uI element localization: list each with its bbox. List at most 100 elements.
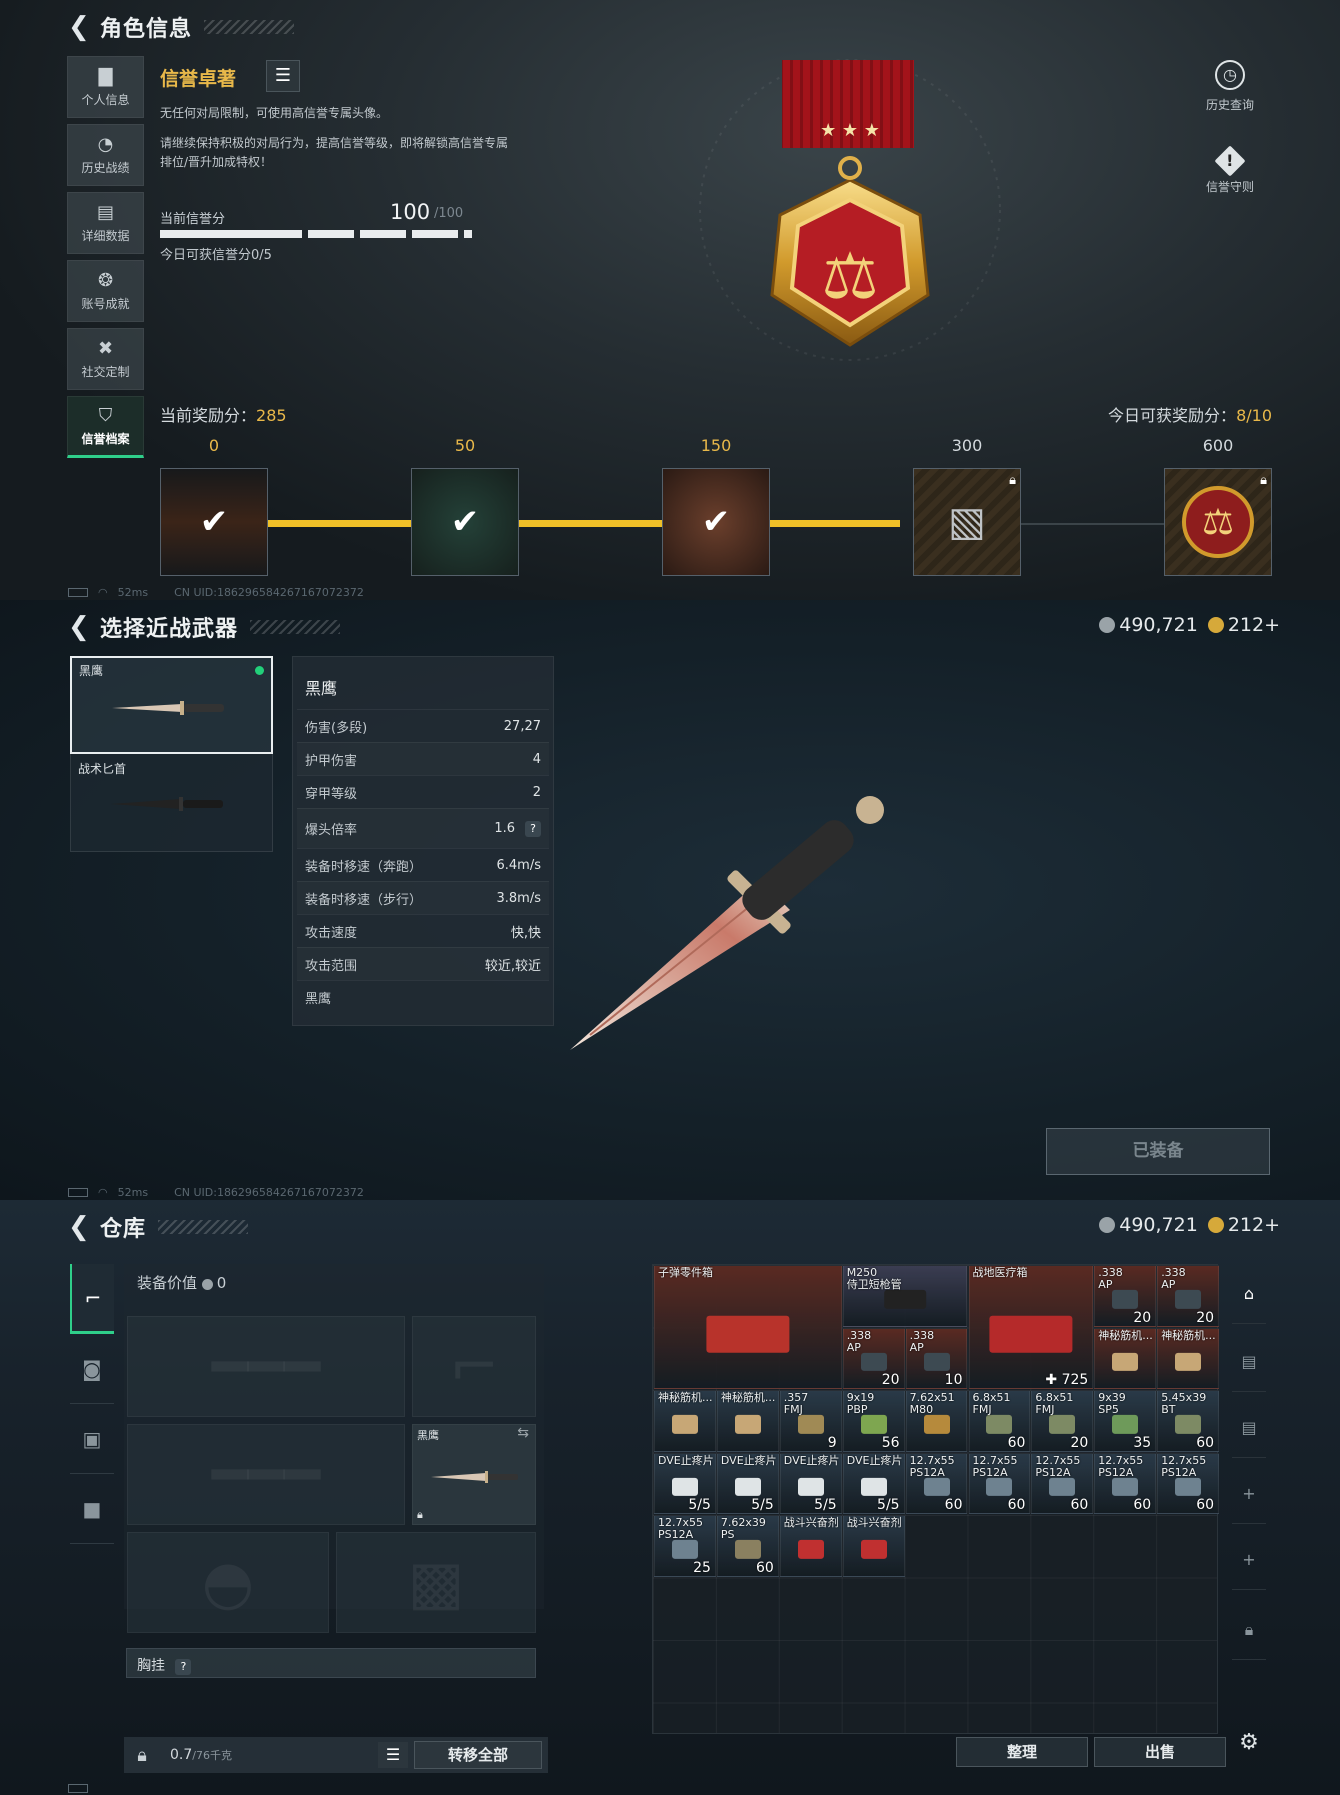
back-arrow-icon[interactable]: ❮ (68, 1214, 94, 1240)
transfer-all-button[interactable]: 转移全部 (414, 1741, 542, 1769)
inventory-item[interactable]: 6.8x51 FMJ 60 (968, 1390, 1031, 1452)
inventory-item[interactable]: 5.45x39 BT 60 (1157, 1390, 1220, 1452)
nav-personal-info[interactable]: ▇ 个人信息 (67, 56, 144, 118)
back-arrow-icon[interactable]: ❮ (68, 614, 94, 640)
lock-icon[interactable]: 🔒︎ (124, 1745, 160, 1766)
reward-box-50[interactable]: ✔ (411, 468, 519, 576)
inventory-item[interactable]: 12.7x55 PS12A 60 (1094, 1452, 1157, 1514)
inventory-item[interactable]: 12.7x55 PS12A 25 (654, 1515, 716, 1577)
inventory-item[interactable]: .338 AP 10 (905, 1327, 968, 1389)
inventory-item[interactable]: DVE止疼片 5/5 (842, 1452, 905, 1514)
nav-social[interactable]: ✖ 社交定制 (67, 328, 144, 390)
inventory-item[interactable]: 6.8x51 FMJ 20 (1031, 1390, 1094, 1452)
reputation-rules-button[interactable]: ! 信誉守则 (1190, 145, 1270, 195)
secondary-weapon-slot[interactable]: ━━━ (127, 1424, 405, 1525)
inventory-item[interactable]: 12.7x55 PS12A 60 (1157, 1452, 1220, 1514)
storage-icon[interactable]: ▤ (1232, 1332, 1266, 1392)
knife-icon (112, 701, 224, 715)
nav-reputation[interactable]: ⛉ 信誉档案 (67, 396, 144, 458)
help-icon[interactable]: ? (525, 820, 541, 837)
stat-row: 穿甲等级 2 (297, 775, 549, 808)
inventory-item[interactable]: DVE止疼片 5/5 (654, 1452, 716, 1514)
inventory-item[interactable]: 子弹零件箱 (654, 1265, 842, 1389)
inventory-item[interactable]: 神秘筋机... (654, 1390, 716, 1452)
swap-icon[interactable]: ⇆ (517, 1425, 529, 1441)
inventory-item[interactable]: 神秘筋机... (1094, 1327, 1157, 1389)
inventory-item[interactable]: M250 侍卫短枪管 (842, 1265, 968, 1327)
add-icon[interactable]: + (1232, 1464, 1266, 1524)
melee-slot[interactable]: 黑鹰 ⇆ 🔒︎ (412, 1424, 536, 1525)
inventory-item[interactable]: .338 AP 20 (1157, 1265, 1220, 1327)
inventory-item[interactable]: 神秘筋机... (716, 1390, 779, 1452)
item-name: .357 FMJ (783, 1391, 809, 1416)
score-value: 100 (390, 200, 431, 224)
inventory-item[interactable]: .357 FMJ 9 (779, 1390, 842, 1452)
weapon-card-tactical-knife[interactable]: 战术匕首 (70, 754, 273, 852)
pistol-slot[interactable]: ⌐ (412, 1316, 536, 1417)
tab-consumables[interactable]: ▣ (70, 1404, 114, 1474)
item-icon (1175, 1352, 1202, 1371)
stat-value-wrap: 1.6? (494, 820, 541, 837)
inventory-item[interactable]: 12.7x55 PS12A 60 (968, 1452, 1031, 1514)
list-icon[interactable]: ☰ (266, 60, 300, 92)
primary-weapon-slot[interactable]: ━━━ (127, 1316, 405, 1417)
nav-detail-data[interactable]: ▤ 详细数据 (67, 192, 144, 254)
inventory-item[interactable]: 战地医疗箱 ✚ 725 (968, 1265, 1094, 1389)
inventory-item[interactable]: 12.7x55 PS12A 60 (1031, 1452, 1094, 1514)
item-name: 5.45x39 BT (1161, 1391, 1207, 1416)
inventory-item[interactable]: .338 AP 20 (842, 1327, 905, 1389)
equipped-button[interactable]: 已装备 (1046, 1128, 1270, 1175)
nav-achievements[interactable]: ❂ 账号成就 (67, 260, 144, 322)
storage-icon[interactable]: ▤ (1232, 1398, 1266, 1458)
inventory-item[interactable]: DVE止疼片 5/5 (779, 1452, 842, 1514)
gold-coin[interactable]: 212+ (1207, 614, 1280, 636)
inventory-item[interactable]: 9x19 PBP 56 (842, 1390, 905, 1452)
chest-rig-slot[interactable]: 胸挂 ? (126, 1648, 536, 1678)
inventory-item[interactable]: .338 AP 20 (1094, 1265, 1157, 1327)
lock-icon: 🔒︎ (1260, 473, 1267, 488)
tab-bag[interactable]: ■ (70, 1474, 114, 1544)
tab-gear[interactable]: ◙ (70, 1334, 114, 1404)
lock-icon[interactable]: 🔒︎ (1232, 1600, 1266, 1660)
back-arrow-icon[interactable]: ❮ (68, 14, 94, 40)
knife-icon (431, 1471, 518, 1483)
reward-box-600[interactable]: ⚖ 🔒︎ (1164, 468, 1272, 576)
item-icon (671, 1477, 698, 1496)
armor-slot[interactable]: ▩ (336, 1532, 536, 1633)
inventory-item[interactable]: 战斗兴奋剂 (842, 1515, 905, 1577)
nav-history[interactable]: ◔ 历史战绩 (67, 124, 144, 186)
reward-box-300[interactable]: ▧ 🔒︎ (913, 468, 1021, 576)
item-name: .338 AP (909, 1328, 935, 1354)
tab-weapons[interactable]: ⌐ (70, 1264, 114, 1334)
stat-value: 27,27 (503, 718, 541, 734)
reward-box-150[interactable]: ✔ (662, 468, 770, 576)
silver-coin: 490,721 (1099, 614, 1198, 636)
item-icon (986, 1415, 1013, 1434)
reward-box-0[interactable]: ✔ (160, 468, 268, 576)
home-icon[interactable]: ⌂ (1232, 1264, 1266, 1324)
silver-coin-icon (201, 1279, 213, 1290)
history-query-button[interactable]: ◷ 历史查询 (1190, 60, 1270, 113)
reputation-desc: 请继续保持积极的对局行为，提高信誉等级，即将解锁高信誉专属 (160, 136, 509, 150)
ping: 52ms (117, 585, 149, 599)
inventory-item[interactable]: 12.7x55 PS12A 60 (905, 1452, 968, 1514)
inventory-item[interactable]: 7.62x51 M80 (905, 1390, 968, 1452)
gold-coin[interactable]: 212+ (1207, 1214, 1280, 1236)
inventory-item[interactable]: 神秘筋机... (1157, 1327, 1220, 1389)
list-icon[interactable]: ☰ (378, 1742, 408, 1768)
item-count: 9 (827, 1434, 837, 1451)
item-icon (1175, 1477, 1202, 1496)
settings-gear-icon[interactable]: ⚙ (1232, 1712, 1266, 1772)
inventory-item[interactable]: 战斗兴奋剂 (779, 1515, 842, 1577)
weapon-card-blackhawk[interactable]: 黑鹰 (70, 656, 273, 754)
sort-button[interactable]: 整理 (956, 1737, 1088, 1767)
add-icon[interactable]: + (1232, 1530, 1266, 1590)
inventory-item[interactable]: 9x39 SP5 35 (1094, 1390, 1157, 1452)
item-name: 7.62x39 PS (720, 1516, 766, 1541)
sell-button[interactable]: 出售 (1094, 1737, 1226, 1767)
inventory-item[interactable]: 7.62x39 PS 60 (716, 1515, 779, 1577)
help-icon[interactable]: ? (175, 1659, 192, 1675)
today-reward: 今日可获奖励分：8/10 (1108, 402, 1272, 426)
helmet-slot[interactable]: ◓ (127, 1532, 329, 1633)
inventory-item[interactable]: DVE止疼片 5/5 (716, 1452, 779, 1514)
